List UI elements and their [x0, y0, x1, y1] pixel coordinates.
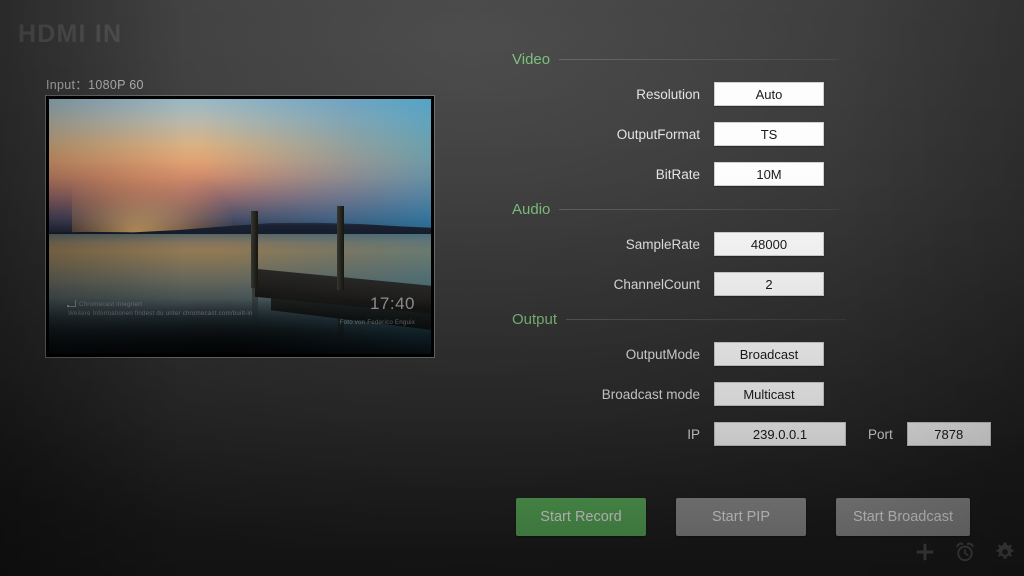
section-title-output: Output: [512, 310, 558, 328]
chromecast-badge-line2: Weitere Informationen findest du unter c…: [68, 310, 253, 317]
label-port: Port: [868, 426, 893, 442]
section-header-output: Output: [512, 304, 1024, 334]
section-title-video: Video: [512, 50, 551, 68]
plus-icon[interactable]: [914, 541, 936, 563]
value-sample-rate[interactable]: 48000: [714, 232, 824, 256]
bottom-toolbar: [914, 541, 1016, 563]
input-signal-info: Input：1080P 60: [46, 78, 144, 92]
field-row-bitrate: BitRate 10M: [490, 154, 1024, 194]
section-title-audio: Audio: [512, 200, 551, 218]
start-pip-button[interactable]: Start PIP: [676, 498, 806, 536]
ambient-clock: 17:40: [369, 294, 415, 313]
label-bitrate: BitRate: [655, 166, 700, 182]
section-divider: [559, 58, 840, 60]
label-output-format: OutputFormat: [616, 126, 700, 142]
ip-input[interactable]: 239.0.0.1: [714, 422, 846, 446]
photo-credit: Foto von Federico Enguix: [339, 319, 415, 326]
preview-pier-post: [337, 206, 345, 291]
field-row-channel-count: ChannelCount 2: [490, 264, 1024, 304]
field-row-resolution: Resolution Auto: [490, 74, 1024, 114]
value-channel-count[interactable]: 2: [714, 272, 824, 296]
gear-icon[interactable]: [994, 541, 1016, 563]
value-resolution[interactable]: Auto: [714, 82, 824, 106]
chromecast-badge-line1: Chromecast integriert: [79, 301, 143, 308]
label-output-mode: OutputMode: [625, 346, 700, 362]
field-row-output-mode: OutputMode Broadcast: [490, 334, 1024, 374]
start-broadcast-button[interactable]: Start Broadcast: [836, 498, 970, 536]
page-title: HDMI IN: [18, 20, 123, 48]
port-input[interactable]: 7878: [906, 422, 991, 446]
chromecast-badge: Chromecast integriert Weitere Informatio…: [67, 300, 253, 318]
alarm-clock-icon[interactable]: [954, 541, 976, 563]
cast-icon: [67, 300, 76, 307]
value-output-mode[interactable]: Broadcast: [714, 342, 824, 366]
video-preview-frame[interactable]: Chromecast integriert Weitere Informatio…: [45, 95, 435, 358]
label-channel-count: ChannelCount: [613, 276, 700, 292]
settings-panel: Video Resolution Auto OutputFormat TS Bi…: [490, 44, 1024, 454]
section-divider: [566, 318, 847, 320]
section-header-video: Video: [512, 44, 1024, 74]
field-row-network: IP 239.0.0.1 Port 7878: [490, 414, 1024, 454]
field-row-sample-rate: SampleRate 48000: [490, 224, 1024, 264]
action-button-bar: Start Record Start PIP Start Broadcast: [490, 498, 1024, 536]
hdmi-in-app-window: HDMI IN Input：1080P 60 Chromecast integr…: [0, 0, 1024, 576]
video-preview-image: Chromecast integriert Weitere Informatio…: [49, 99, 431, 354]
label-resolution: Resolution: [636, 86, 700, 102]
field-row-output-format: OutputFormat TS: [490, 114, 1024, 154]
value-broadcast-mode[interactable]: Multicast: [714, 382, 824, 406]
preview-pier-post: [251, 211, 259, 288]
field-row-broadcast-mode: Broadcast mode Multicast: [490, 374, 1024, 414]
label-sample-rate: SampleRate: [625, 236, 700, 252]
value-output-format[interactable]: TS: [714, 122, 824, 146]
value-bitrate[interactable]: 10M: [714, 162, 824, 186]
label-broadcast-mode: Broadcast mode: [601, 386, 700, 402]
label-ip: IP: [687, 426, 700, 442]
section-header-audio: Audio: [512, 194, 1024, 224]
start-record-button[interactable]: Start Record: [516, 498, 646, 536]
section-divider: [559, 208, 840, 210]
